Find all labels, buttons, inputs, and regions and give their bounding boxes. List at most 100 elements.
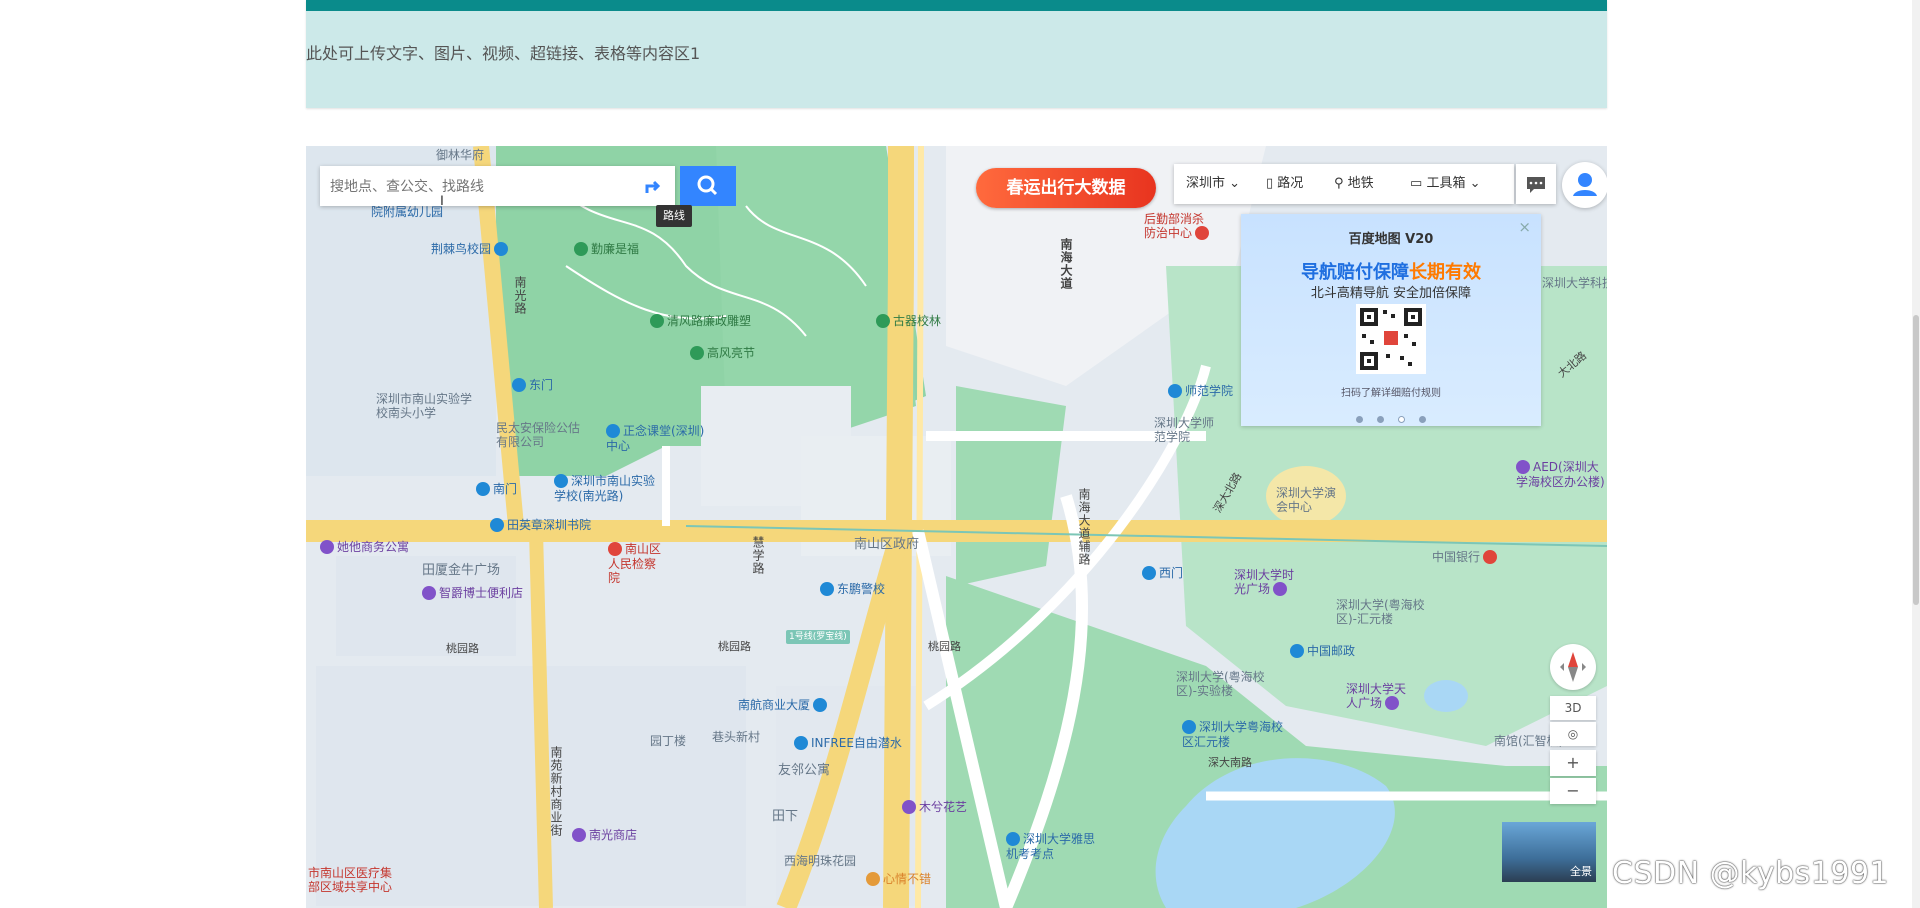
city-selector[interactable]: 深圳市 ⌄ — [1186, 164, 1240, 204]
panorama-label: 全景 — [1570, 865, 1592, 878]
banner-text: 此处可上传文字、图片、视频、超链接、表格等内容区1 — [306, 44, 701, 63]
carousel-dot[interactable] — [1356, 416, 1363, 423]
map-label[interactable]: 御林华府 — [436, 148, 484, 162]
poi-label: 古器校林 — [893, 314, 942, 328]
user-avatar-button[interactable] — [1562, 162, 1607, 208]
map-label[interactable]: 西海明珠花园 — [784, 854, 856, 868]
poi-marker[interactable]: 深圳大学粤海校区汇元楼 — [1182, 719, 1292, 749]
poi-marker[interactable]: INFREE自由潜水 — [794, 735, 902, 751]
route-icon — [645, 180, 661, 193]
zoom-out-button[interactable]: − — [1550, 778, 1596, 804]
poi-label: 南光商店 — [589, 828, 638, 842]
subway-toggle[interactable]: ⚲ 地铁 — [1334, 164, 1374, 204]
text-cursor-icon: I — [440, 192, 444, 208]
poi-marker[interactable]: 勤廉是福 — [574, 241, 639, 257]
toolbox-icon: ▭ — [1410, 176, 1423, 191]
3d-toggle-button[interactable]: 3D — [1550, 696, 1596, 720]
map-label[interactable]: 深圳大学演会中心 — [1276, 486, 1346, 514]
poi-pin-icon — [422, 585, 436, 600]
map-label[interactable]: 民太安保险公估有限公司 — [496, 421, 580, 449]
road-label: 南苑新村商业街 — [549, 746, 563, 837]
poi-label: 东门 — [529, 378, 554, 392]
poi-marker[interactable]: AED(深圳大学海校区办公楼) — [1516, 459, 1606, 489]
search-input[interactable] — [328, 172, 632, 202]
carousel-dot[interactable] — [1377, 416, 1384, 423]
poi-marker[interactable]: 荆棘鸟校园 — [431, 241, 511, 257]
toolbox-menu[interactable]: ▭ 工具箱 ⌄ — [1410, 164, 1481, 204]
map-label[interactable]: 园丁楼 — [650, 734, 686, 748]
poi-marker[interactable]: 深圳大学雅思机考考点 — [1006, 831, 1096, 861]
poi-marker[interactable]: 后勤部消杀防治中心 — [1144, 212, 1214, 241]
poi-marker[interactable]: 南光商店 — [572, 827, 638, 843]
search-button[interactable] — [680, 166, 736, 206]
map-label[interactable]: 巷头新村 — [712, 730, 760, 744]
poi-marker[interactable]: 东门 — [512, 377, 554, 393]
poi-marker[interactable]: 心情不错 — [866, 871, 931, 887]
qr-code-icon — [1360, 308, 1422, 370]
poi-marker[interactable]: 正念课堂(深圳)中心 — [606, 423, 716, 453]
map-label[interactable]: 深圳大学科技 — [1542, 276, 1607, 290]
locate-button[interactable]: ◎ — [1550, 722, 1596, 746]
road-label: 桃园路 — [446, 642, 479, 655]
poi-marker[interactable]: 田英章深圳书院 — [490, 517, 592, 533]
poi-pin-icon — [866, 871, 880, 886]
message-button[interactable] — [1516, 164, 1556, 204]
poi-marker[interactable]: 她他商务公寓 — [320, 539, 409, 555]
carousel-dot-active[interactable] — [1398, 416, 1405, 423]
zoom-in-button[interactable]: + — [1550, 750, 1596, 776]
map-label[interactable]: 深圳大学师范学院 — [1154, 416, 1214, 444]
poi-label: 田英章深圳书院 — [507, 518, 592, 532]
map-label[interactable]: 田下 — [772, 810, 798, 824]
poi-marker[interactable]: 南山区人民检察院 — [608, 541, 662, 585]
baidu-map[interactable]: 御林华府 深圳市南山区教科院附属幼儿园 荆棘鸟校园 勤廉是福 清风路廉政雕塑 古… — [306, 146, 1607, 908]
route-button[interactable] — [638, 170, 670, 202]
traffic-toggle[interactable]: ▯ 路况 — [1266, 164, 1303, 204]
poi-label: 正念课堂(深圳)中心 — [606, 424, 705, 453]
poi-pin-icon — [794, 735, 808, 750]
spring-travel-ad-banner[interactable]: 春运出行大数据 — [976, 168, 1156, 208]
poi-pin-icon — [1483, 549, 1498, 564]
promo-popup[interactable]: × 百度地图 V20 导航赔付保障长期有效 北斗高精导航 安全加倍保障 扫码了解… — [1241, 214, 1541, 426]
poi-marker[interactable]: 智爵博士便利店 — [422, 585, 523, 601]
poi-marker[interactable]: 南门 — [476, 481, 517, 497]
traffic-light-icon: ▯ — [1266, 176, 1274, 191]
road-label: 南光路 — [513, 276, 527, 315]
panorama-thumbnail[interactable]: 全景 — [1502, 822, 1596, 882]
poi-marker[interactable]: 清风路廉政雕塑 — [650, 313, 751, 329]
poi-marker[interactable]: 中国银行 — [1432, 549, 1500, 565]
poi-marker[interactable]: 南航商业大厦 — [738, 697, 830, 713]
poi-marker[interactable]: 西门 — [1142, 565, 1183, 581]
poi-marker[interactable]: 古器校林 — [876, 313, 942, 329]
carousel-dot[interactable] — [1419, 416, 1426, 423]
poi-label: 师范学院 — [1185, 384, 1234, 398]
poi-label: 中国邮政 — [1307, 644, 1356, 658]
csdn-watermark: CSDN @kybs1991 — [1612, 856, 1890, 891]
promo-title-main: 导航赔付保障 — [1301, 262, 1409, 283]
map-label[interactable]: 深圳大学(粤海校区)-汇元楼 — [1336, 598, 1426, 626]
map-label[interactable]: 田厦金牛广场 — [422, 564, 500, 578]
poi-marker[interactable]: 师范学院 — [1168, 383, 1234, 399]
map-label[interactable]: 深圳市南山实验学校南头小学 — [376, 392, 476, 420]
poi-pin-icon — [650, 313, 664, 328]
map-label[interactable]: 深圳大学(粤海校区)-实验楼 — [1176, 670, 1266, 698]
page-scrollbar[interactable] — [1912, 0, 1920, 908]
scrollbar-thumb[interactable] — [1913, 315, 1919, 605]
poi-marker[interactable]: 深圳大学天人广场 — [1346, 682, 1416, 711]
poi-marker[interactable]: 中国邮政 — [1290, 643, 1356, 659]
subway-icon: ⚲ — [1334, 176, 1344, 191]
poi-marker[interactable]: 深圳市南山实验学校(南光路) — [554, 473, 664, 503]
compass-control[interactable] — [1550, 644, 1596, 690]
poi-pin-icon — [1168, 383, 1182, 398]
poi-pin-icon — [1195, 225, 1210, 240]
map-label[interactable]: 友邻公寓 — [778, 764, 830, 778]
poi-marker[interactable]: 深圳大学时光广场 — [1234, 568, 1304, 597]
poi-marker[interactable]: 高风亮节 — [690, 345, 755, 361]
user-icon — [1573, 173, 1597, 196]
promo-title-highlight: 长期有效 — [1409, 262, 1481, 283]
search-icon — [697, 175, 718, 196]
map-label[interactable]: 市南山区医疗集部区域共享中心 — [308, 866, 394, 894]
poi-marker[interactable]: 东鹏警校 — [820, 581, 885, 597]
poi-marker[interactable]: 木兮花艺 — [902, 799, 967, 815]
map-label[interactable]: 南山区政府 — [854, 538, 919, 552]
road-label: 慧学路 — [751, 536, 765, 575]
